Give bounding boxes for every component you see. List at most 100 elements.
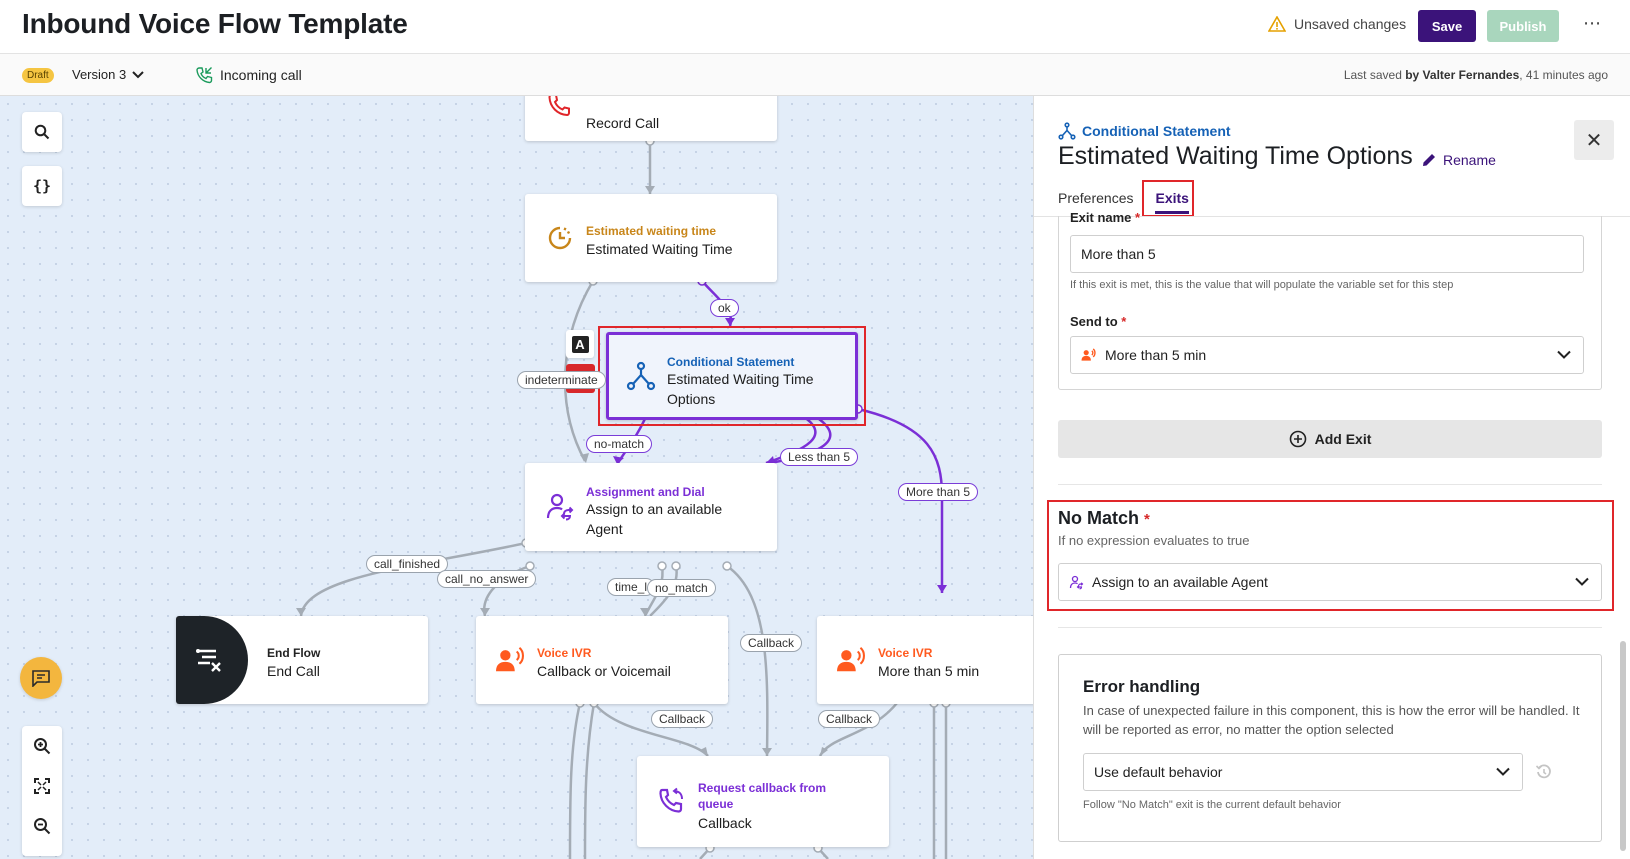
node-name: Callback — [698, 815, 752, 831]
zoom-controls — [22, 726, 62, 856]
error-behavior-select[interactable]: Use default behavior — [1083, 753, 1523, 791]
node-name: Assign to an available Agent — [586, 501, 723, 537]
arrow-call-no-answer — [480, 608, 490, 616]
edge-label-ok[interactable]: ok — [710, 299, 739, 317]
node-end-flow[interactable]: End Flow End Call — [176, 616, 428, 704]
close-panel-button[interactable]: ✕ — [1574, 120, 1614, 160]
edge-label-no-match[interactable]: no-match — [586, 435, 653, 453]
edge-label-more-than-5[interactable]: More than 5 — [898, 483, 979, 501]
node-voice-ivr-callback-voicemail[interactable]: Voice IVR Callback or Voicemail — [476, 616, 728, 704]
pencil-icon — [1423, 154, 1435, 166]
search-button[interactable] — [22, 112, 62, 152]
edge-label-callback[interactable]: Callback — [818, 710, 881, 728]
section-divider — [1058, 627, 1602, 628]
feedback-button[interactable] — [20, 657, 62, 699]
edge-assign-callback — [726, 564, 769, 757]
edge-label-no-match-2[interactable]: no_match — [647, 579, 716, 597]
edge-ivr1-down-b — [583, 702, 596, 859]
port[interactable] — [525, 561, 535, 571]
voice-ivr-icon — [837, 645, 867, 675]
annotate-button[interactable]: A — [566, 330, 594, 358]
warning-icon — [1268, 16, 1286, 32]
flow-canvas[interactable]: {} Record Call Estimated waiting time Es… — [0, 96, 1033, 859]
node-conditional-statement[interactable]: Conditional Statement Estimated Waiting … — [606, 332, 858, 420]
node-type: Voice IVR — [878, 646, 933, 660]
save-button[interactable]: Save — [1418, 10, 1476, 42]
last-saved-info: Last saved by Valter Fernandes, 41 minut… — [1343, 68, 1608, 82]
node-request-callback[interactable]: Request callback from queue Callback — [637, 756, 889, 847]
feedback-icon — [32, 670, 50, 687]
branch-icon — [1058, 122, 1076, 140]
section-divider — [1058, 484, 1602, 485]
agent-assign-icon — [1069, 575, 1084, 589]
edge-label-less-than-5[interactable]: Less than 5 — [780, 448, 859, 466]
node-assignment-and-dial[interactable]: Assignment and Dial Assign to an availab… — [525, 463, 777, 551]
zoom-out-icon — [34, 818, 51, 835]
end-flow-icon — [194, 645, 224, 680]
incoming-call-icon — [196, 67, 213, 84]
send-to-label: Send to * — [1070, 314, 1127, 329]
flow-toolbar: Draft Version 3 Incoming call Last saved… — [0, 54, 1630, 96]
publish-button[interactable]: Publish — [1487, 10, 1559, 42]
status-badge: Draft — [22, 68, 54, 83]
edge-more-than-5 — [857, 407, 944, 593]
edge-label-call-finished[interactable]: call_finished — [366, 555, 449, 573]
rename-label: Rename — [1443, 152, 1496, 168]
panel-title: Estimated Waiting Time Options — [1058, 142, 1413, 170]
node-name: Estimated Waiting Time — [586, 241, 733, 257]
edge-label-callback[interactable]: Callback — [651, 710, 714, 728]
node-type: Voice IVR — [537, 646, 592, 660]
exit-name-hint: If this exit is met, this is the value t… — [1070, 279, 1454, 291]
reset-button[interactable] — [1535, 763, 1553, 786]
flow-edges — [296, 136, 951, 859]
no-match-select[interactable]: Assign to an available Agent — [1058, 563, 1602, 601]
error-handling-description: In case of unexpected failure in this co… — [1083, 703, 1580, 737]
trigger-label: Incoming call — [220, 67, 302, 83]
panel-scrollbar[interactable] — [1620, 641, 1626, 851]
edge-label-callback[interactable]: Callback — [740, 634, 803, 652]
node-voice-ivr-more-than-5[interactable]: Voice IVR More than 5 min — [817, 616, 1033, 704]
edge-label-call-no-answer[interactable]: call_no_answer — [437, 570, 537, 588]
branch-icon — [626, 361, 656, 391]
edge-label-indeterminate[interactable]: indeterminate — [517, 371, 606, 389]
node-type: Conditional Statement — [667, 355, 795, 369]
port[interactable] — [722, 561, 732, 571]
node-name: End Call — [267, 663, 320, 679]
variables-button[interactable]: {} — [22, 166, 62, 206]
callback-phone-icon — [657, 787, 687, 817]
node-record-call[interactable]: Record Call — [525, 96, 777, 141]
exit-name-input[interactable]: More than 5 — [1070, 235, 1584, 273]
zoom-in-button[interactable] — [22, 726, 62, 766]
agent-assign-icon — [545, 492, 575, 522]
arrow-time-limit — [640, 608, 650, 616]
fit-screen-icon — [34, 778, 50, 794]
voice-ivr-icon — [496, 645, 526, 675]
error-handling-card: Error handling In case of unexpected fai… — [1058, 654, 1602, 842]
edge-ivr1-down-a — [568, 702, 582, 859]
app-header: Inbound Voice Flow Template Unsaved chan… — [0, 0, 1630, 54]
port[interactable] — [671, 561, 681, 571]
add-exit-button[interactable]: Add Exit — [1058, 420, 1602, 458]
properties-panel: Conditional Statement Estimated Waiting … — [1033, 96, 1630, 859]
node-name: More than 5 min — [878, 663, 980, 679]
port[interactable] — [657, 561, 667, 571]
zoom-out-button[interactable] — [22, 806, 62, 846]
rename-button[interactable]: Rename — [1421, 152, 1496, 168]
node-type: Request callback from queue — [698, 781, 827, 811]
error-behavior-hint: Follow "No Match" exit is the current de… — [1083, 799, 1341, 811]
send-to-select[interactable]: More than 5 min — [1070, 336, 1584, 374]
chevron-down-icon — [132, 70, 144, 78]
node-estimated-waiting-time[interactable]: Estimated waiting time Estimated Waiting… — [525, 194, 777, 282]
unsaved-indicator: Unsaved changes — [1268, 16, 1406, 32]
unsaved-text: Unsaved changes — [1294, 16, 1407, 32]
more-options-icon[interactable]: ⋯ — [1580, 14, 1604, 38]
error-handling-title: Error handling — [1083, 677, 1201, 696]
tab-highlight — [1142, 180, 1194, 217]
version-dropdown[interactable]: Version 3 — [72, 67, 144, 82]
component-type: Conditional Statement — [1058, 122, 1231, 140]
close-icon: ✕ — [1585, 129, 1603, 152]
no-match-title: No Match * — [1058, 508, 1150, 528]
chevron-down-icon — [1496, 767, 1510, 776]
fit-view-button[interactable] — [22, 766, 62, 806]
reset-icon — [1535, 764, 1551, 779]
